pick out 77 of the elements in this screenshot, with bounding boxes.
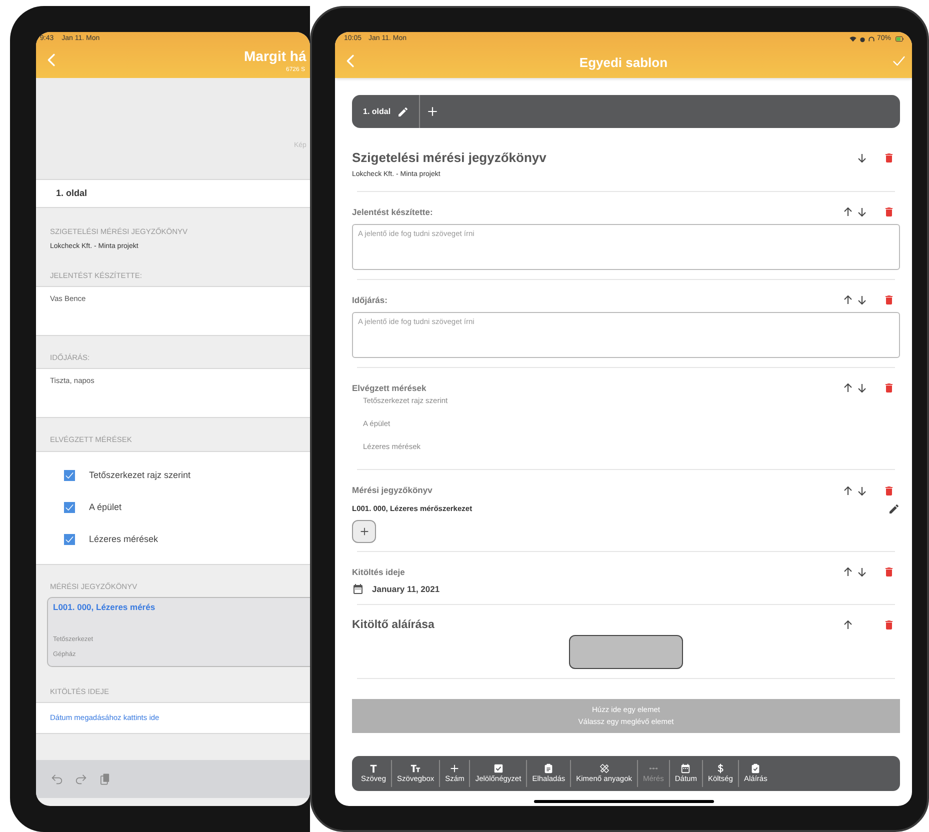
field-label: Jelentést készítette: <box>352 206 433 219</box>
delete-button[interactable] <box>883 294 895 306</box>
delete-button[interactable] <box>883 152 895 164</box>
move-down-button[interactable] <box>856 566 868 578</box>
text-size-icon <box>410 763 422 774</box>
trash-icon <box>883 566 895 578</box>
field-label: Kitöltés ideje <box>352 566 405 579</box>
calendar-icon <box>352 583 364 596</box>
battery-icon <box>893 35 906 44</box>
arrow-down-icon <box>856 566 868 578</box>
pencil-ruler-icon <box>598 763 610 774</box>
plus-icon <box>449 763 460 774</box>
arrow-down-icon <box>856 294 868 306</box>
delete-button[interactable] <box>883 619 895 632</box>
calendar-icon <box>680 763 692 774</box>
trash-icon <box>883 206 895 218</box>
measurement-title: L001. 000, Lézeres mérés <box>53 600 156 614</box>
arrow-up-icon <box>842 382 854 394</box>
trash-icon <box>883 294 895 306</box>
plus-icon <box>358 526 370 537</box>
move-up-button[interactable] <box>842 206 854 218</box>
plus-icon <box>426 105 439 118</box>
move-down-button[interactable] <box>856 294 868 306</box>
arrow-down-icon <box>856 382 868 394</box>
move-up-button[interactable] <box>842 294 854 306</box>
checkbox[interactable] <box>64 534 75 545</box>
form-title: Szigetelési mérési jegyzőkönyv <box>352 149 546 167</box>
signature-pad[interactable] <box>569 634 683 669</box>
text-icon <box>368 763 380 774</box>
edit-button[interactable] <box>888 503 900 515</box>
move-down-button[interactable] <box>856 206 868 218</box>
arrow-up-icon <box>842 206 854 218</box>
trash-icon <box>883 152 895 164</box>
headphones-icon <box>868 36 875 43</box>
screen-title: Egyedi sablon <box>578 54 669 72</box>
arrow-down-icon <box>856 484 868 497</box>
move-up-button[interactable] <box>842 619 854 632</box>
trash-icon <box>883 382 895 394</box>
arrow-up-icon <box>842 566 854 578</box>
screen-title: Margit há <box>244 47 306 66</box>
field-label: Mérési jegyzőkönyv <box>352 484 432 497</box>
move-down-button[interactable] <box>856 382 868 394</box>
arrow-down-icon <box>856 152 868 164</box>
field-label: Időjárás: <box>352 294 388 306</box>
checkbox[interactable] <box>64 470 75 481</box>
field-label: Kitöltő aláírása <box>352 618 434 632</box>
wifi-icon <box>848 35 857 44</box>
clipboard-check-icon <box>750 763 762 774</box>
delete-button[interactable] <box>883 566 895 578</box>
add-page-button[interactable] <box>426 105 439 118</box>
delete-button[interactable] <box>883 382 895 394</box>
move-up-button[interactable] <box>842 382 854 394</box>
checklist-item-label: A épület <box>89 500 122 514</box>
arrow-up-icon <box>842 294 854 306</box>
arrow-up-icon <box>842 484 854 497</box>
field-label: Elvégzett mérések <box>352 382 426 394</box>
trash-icon <box>883 619 895 632</box>
clipboard-icon <box>543 763 554 774</box>
pencil-icon <box>888 503 900 515</box>
arrow-down-icon <box>856 206 868 218</box>
arrow-up-icon <box>842 619 854 632</box>
move-down-button[interactable] <box>856 152 868 164</box>
move-up-button[interactable] <box>842 484 854 497</box>
pencil-icon <box>396 106 409 118</box>
date-value: January 11, 2021 <box>372 582 440 596</box>
checkbox-icon <box>492 763 504 774</box>
trash-icon <box>883 484 895 497</box>
add-entry-button[interactable] <box>352 520 376 543</box>
delete-button[interactable] <box>883 206 895 218</box>
checkbox[interactable] <box>64 502 75 513</box>
page-tab[interactable]: 1. oldal <box>56 186 88 200</box>
checklist-item-label: Tetőszerkezet rajz szerint <box>89 468 191 482</box>
page-tab[interactable]: 1. oldal <box>352 95 420 128</box>
delete-button[interactable] <box>883 484 895 497</box>
checklist-item-label: Lézeres mérések <box>89 532 158 546</box>
move-up-button[interactable] <box>842 566 854 578</box>
move-down-button[interactable] <box>856 484 868 497</box>
